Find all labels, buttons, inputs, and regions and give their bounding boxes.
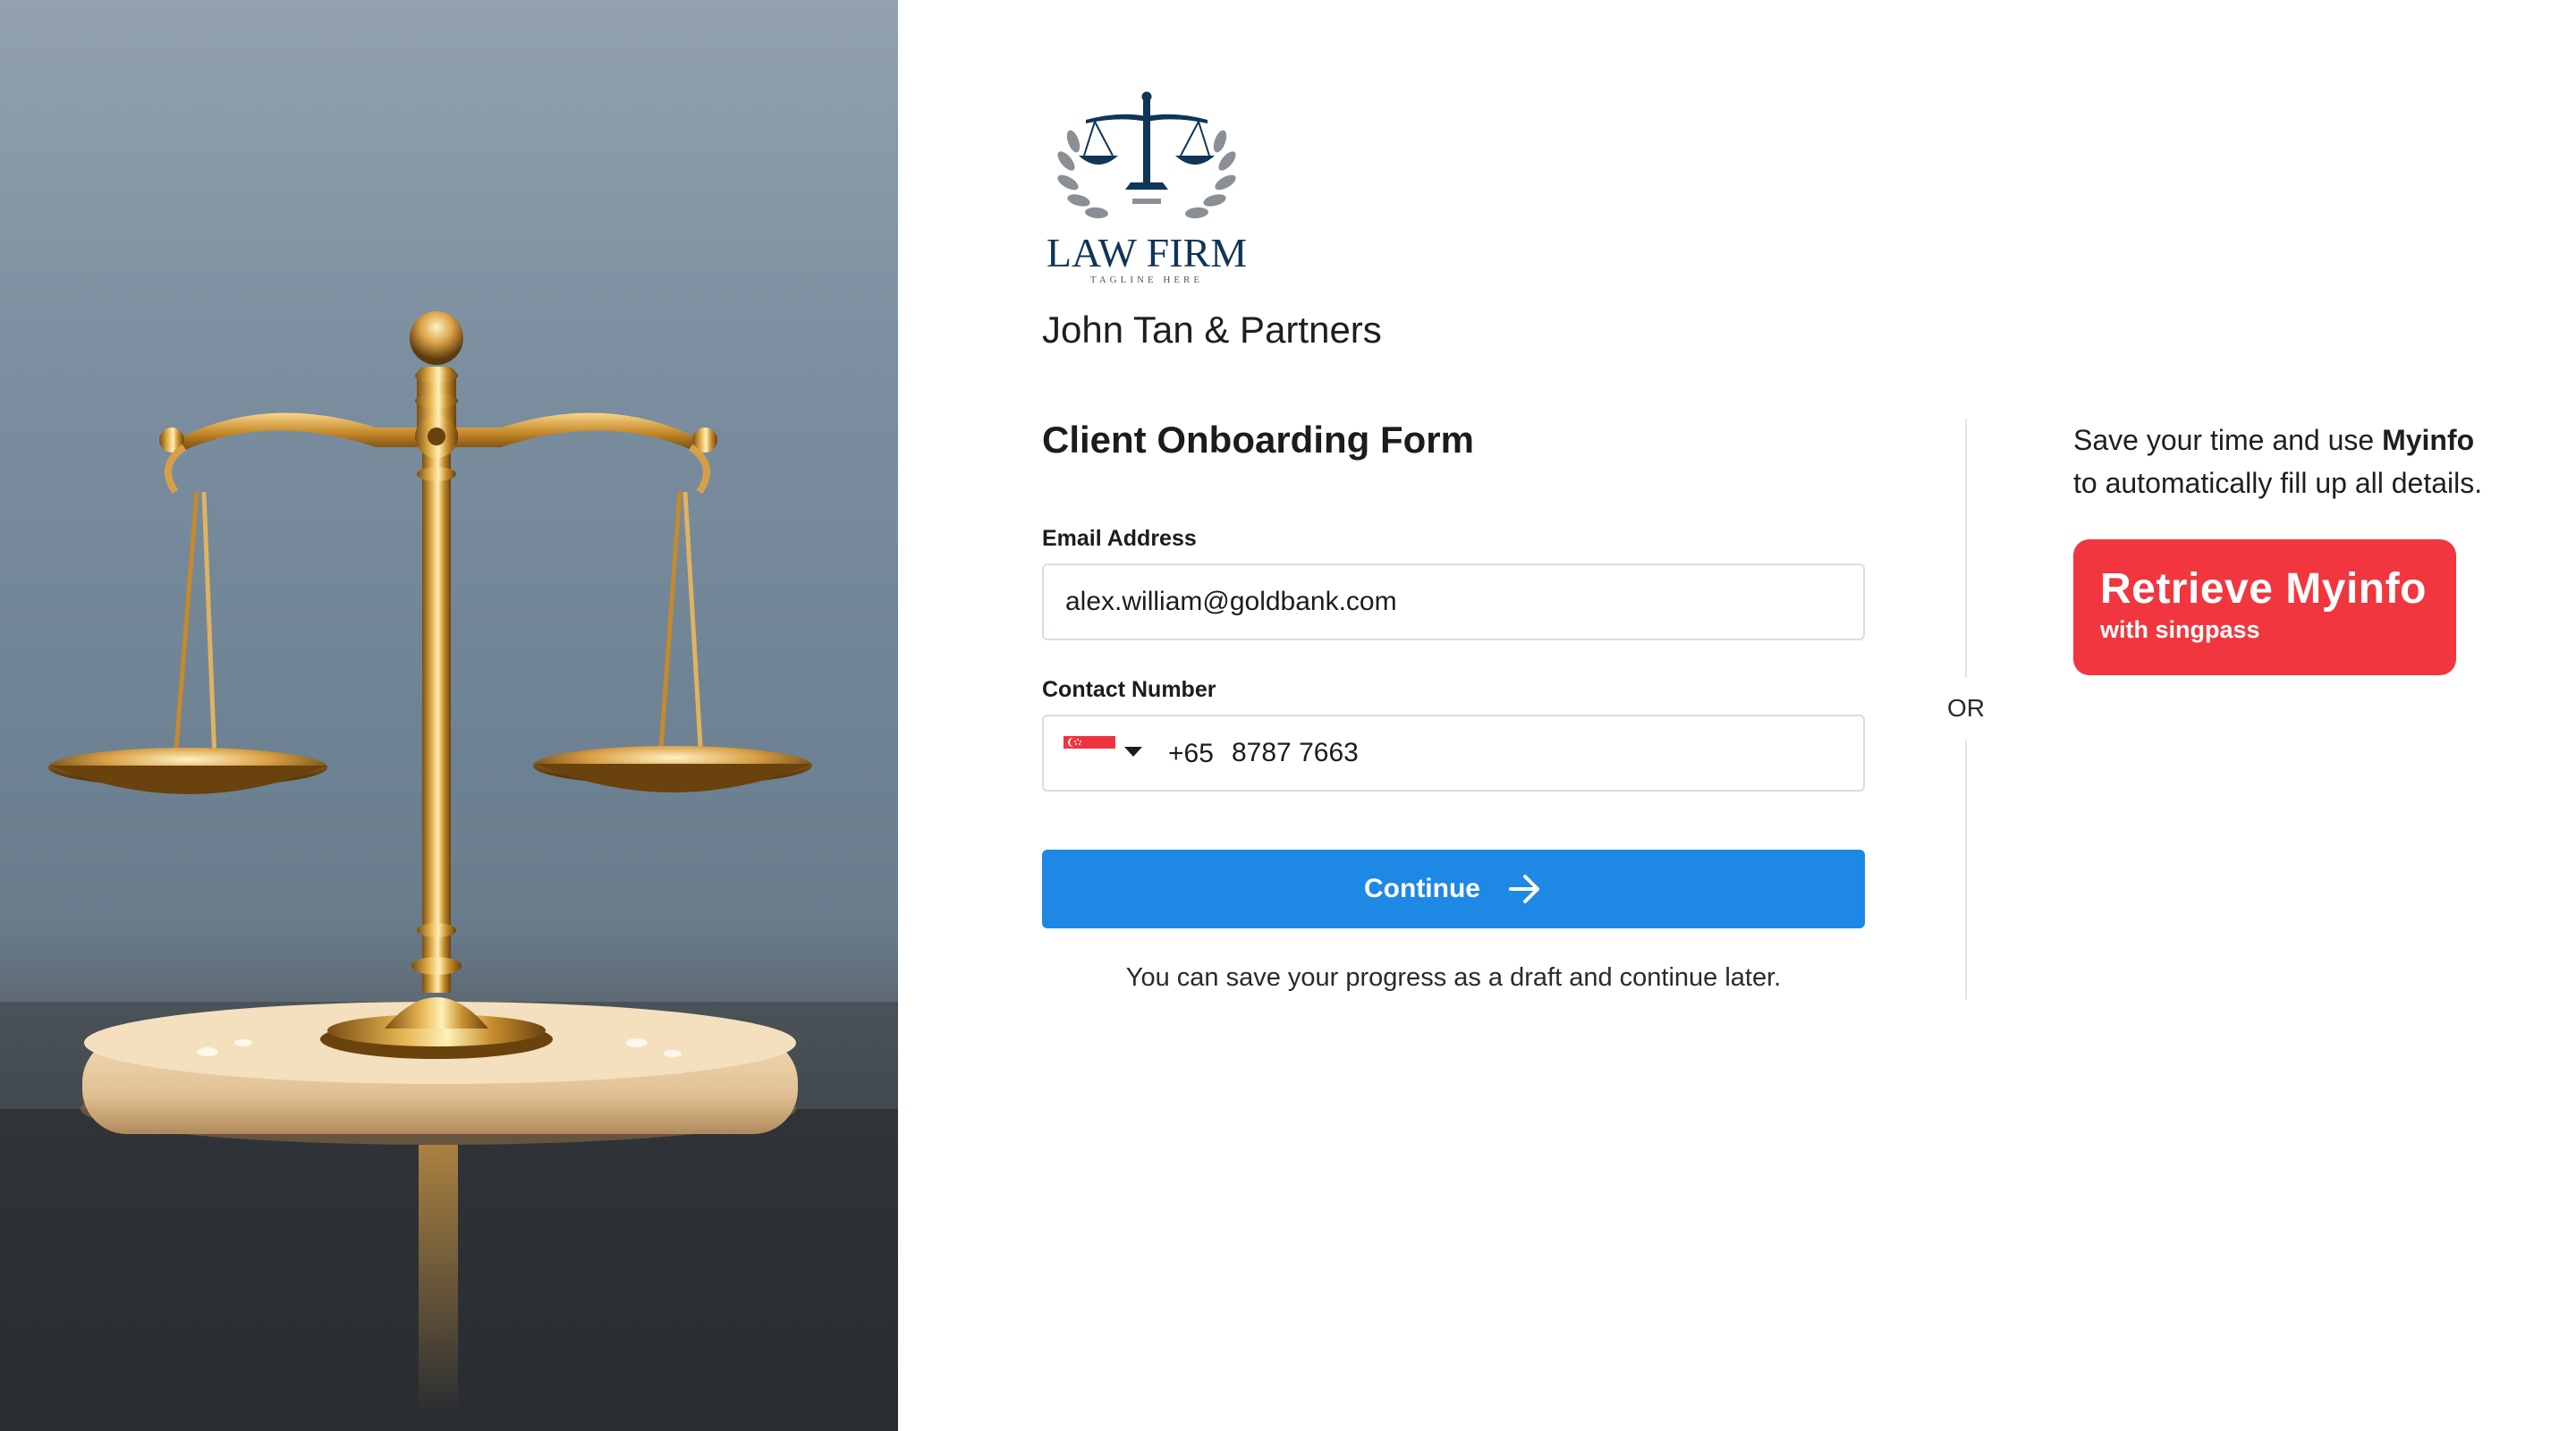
phone-number-field[interactable]	[1232, 716, 1849, 790]
divider-top	[1965, 419, 1967, 678]
or-separator: OR	[1947, 694, 1985, 722]
email-label: Email Address	[1042, 526, 1197, 551]
form-title: Client Onboarding Form	[1042, 419, 1474, 461]
firm-name: John Tan & Partners	[1042, 309, 1382, 351]
dial-code: +65	[1168, 739, 1214, 768]
singapore-flag-icon	[1063, 736, 1115, 761]
retrieve-myinfo-title: Retrieve Myinfo	[2100, 565, 2427, 613]
scales-laurel-icon: LAW FIRM TAGLINE HERE	[1046, 91, 1247, 285]
email-field[interactable]	[1044, 565, 1863, 639]
myinfo-description: Save your time and use Myinfo to automat…	[2073, 419, 2538, 504]
scales-of-justice-illustration	[0, 311, 898, 1431]
country-code-select[interactable]	[1053, 725, 1151, 781]
myinfo-text-after: to automatically fill up all details.	[2073, 467, 2483, 499]
with-singpass-label: with singpass	[2100, 616, 2260, 643]
logo-tagline: TAGLINE HERE	[1090, 275, 1203, 285]
retrieve-myinfo-button[interactable]: Retrieve Myinfo with singpass	[2073, 539, 2456, 675]
myinfo-text-bold: Myinfo	[2382, 424, 2475, 456]
myinfo-text-before: Save your time and use	[2073, 424, 2383, 456]
phone-label: Contact Number	[1042, 677, 1216, 702]
hero-image-scales-of-justice	[0, 0, 898, 1431]
arrow-right-icon	[1508, 875, 1539, 903]
draft-hint: You can save your progress as a draft an…	[1125, 963, 1782, 992]
logo-title: LAW FIRM	[1046, 230, 1247, 275]
divider-bottom	[1965, 741, 1967, 1000]
phone-field-container: +65	[1042, 715, 1865, 792]
continue-button[interactable]: Continue	[1042, 850, 1865, 928]
law-firm-logo: LAW FIRM TAGLINE HERE	[1039, 89, 1254, 286]
chevron-down-icon	[1124, 747, 1142, 757]
continue-button-label: Continue	[1364, 874, 1480, 903]
email-field-container	[1042, 563, 1865, 640]
